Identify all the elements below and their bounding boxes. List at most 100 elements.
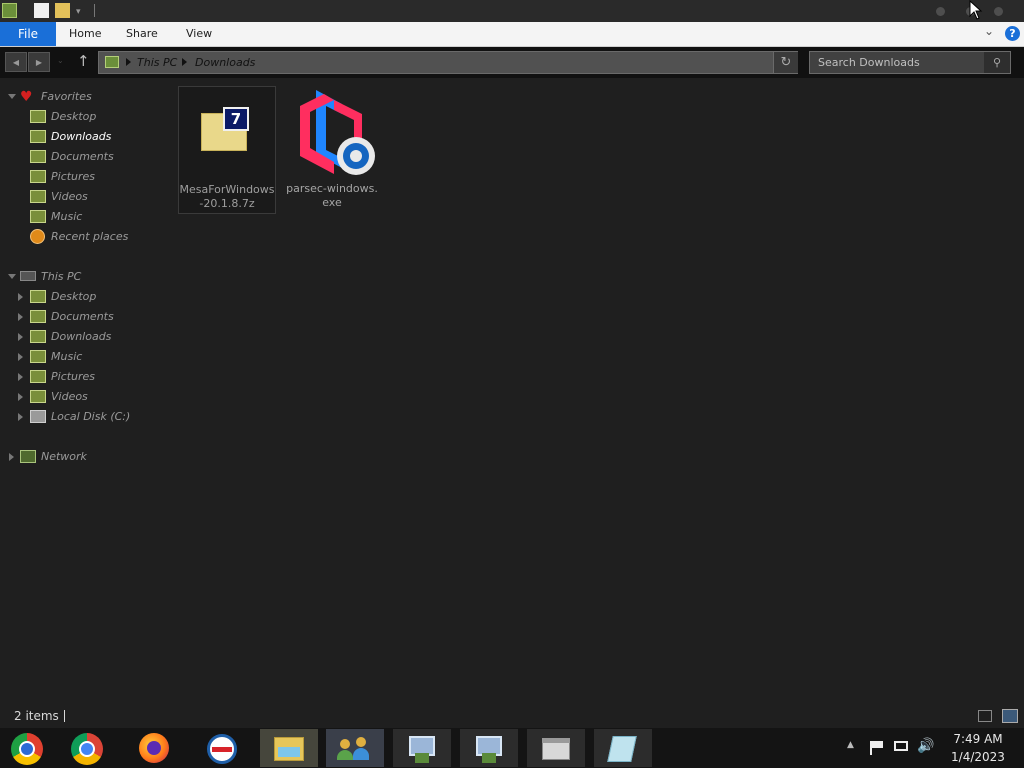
documents-folder-icon bbox=[30, 310, 46, 323]
qat-divider bbox=[94, 4, 95, 17]
expand-icon[interactable] bbox=[9, 453, 14, 461]
documents-folder-icon bbox=[30, 150, 46, 163]
text-cursor bbox=[64, 710, 65, 722]
close-button[interactable] bbox=[994, 7, 1003, 16]
obama-logo-stripe bbox=[212, 747, 232, 752]
large-icons-view-icon[interactable] bbox=[1002, 709, 1018, 723]
fav-downloads[interactable]: Downloads bbox=[30, 128, 160, 146]
network-icon bbox=[20, 450, 36, 463]
fav-recent-places[interactable]: Recent places bbox=[30, 228, 160, 246]
tree-label: This PC bbox=[41, 270, 82, 283]
expand-icon[interactable] bbox=[18, 313, 23, 321]
expand-icon[interactable] bbox=[18, 373, 23, 381]
pc-desktop[interactable]: Desktop bbox=[18, 288, 160, 306]
crumb-this-pc[interactable]: This PC bbox=[137, 56, 177, 69]
expand-icon[interactable] bbox=[18, 393, 23, 401]
network-tray-icon[interactable] bbox=[894, 741, 908, 751]
tree-favorites[interactable]: ♥ Favorites bbox=[0, 88, 160, 106]
pc-pictures[interactable]: Pictures bbox=[18, 368, 160, 386]
recent-locations-icon[interactable]: ⌄ bbox=[57, 56, 64, 65]
tab-share[interactable]: Share bbox=[126, 22, 158, 46]
firefox-icon[interactable] bbox=[125, 729, 183, 767]
refresh-icon[interactable]: ↻ bbox=[773, 52, 798, 73]
desktop-icon bbox=[30, 290, 46, 303]
tree-this-pc[interactable]: This PC bbox=[0, 268, 160, 286]
pc-documents[interactable]: Documents bbox=[18, 308, 160, 326]
title-bar: ▾ bbox=[0, 0, 1024, 22]
chrome-icon[interactable] bbox=[59, 729, 117, 767]
action-center-flag-icon[interactable] bbox=[872, 741, 883, 748]
user-head-icon bbox=[356, 737, 366, 747]
file-name: MesaForWindows-20.1.8.7z bbox=[179, 183, 275, 210]
tab-view[interactable]: View bbox=[186, 22, 212, 46]
file-item[interactable]: parsec-windows.exe bbox=[284, 86, 380, 212]
customize-qat-icon[interactable]: ▾ bbox=[76, 7, 81, 17]
notepad-icon[interactable] bbox=[594, 729, 652, 767]
installer-icon[interactable] bbox=[393, 729, 451, 767]
pictures-folder-icon bbox=[30, 370, 46, 383]
volume-icon[interactable]: 🔊 bbox=[917, 738, 934, 754]
pc-local-disk[interactable]: Local Disk (C:) bbox=[18, 408, 160, 426]
expand-icon[interactable] bbox=[18, 293, 23, 301]
installer-box bbox=[482, 753, 496, 763]
desktop-icon bbox=[30, 110, 46, 123]
file-tab[interactable]: File bbox=[0, 22, 56, 46]
file-explorer-icon[interactable] bbox=[260, 729, 318, 767]
expand-icon[interactable] bbox=[18, 353, 23, 361]
chevron-down-icon[interactable]: ⌄ bbox=[984, 24, 994, 38]
clock-date[interactable]: 1/4/2023 bbox=[943, 750, 1013, 764]
chrome-canary-icon[interactable] bbox=[0, 729, 58, 767]
users-network-icon[interactable] bbox=[326, 729, 384, 767]
user-head-icon bbox=[340, 739, 350, 749]
obama-campaign-icon[interactable] bbox=[192, 729, 250, 767]
clock-time[interactable]: 7:49 AM bbox=[943, 732, 1013, 746]
details-view-icon[interactable] bbox=[978, 710, 992, 722]
back-button[interactable]: ◀ bbox=[5, 52, 27, 72]
expand-icon[interactable] bbox=[8, 94, 16, 99]
minimize-button[interactable] bbox=[936, 7, 945, 16]
help-icon[interactable]: ? bbox=[1005, 26, 1020, 41]
music-folder-icon bbox=[30, 350, 46, 363]
address-bar[interactable]: This PC Downloads ↻ bbox=[98, 51, 798, 74]
search-input[interactable]: Search Downloads bbox=[818, 56, 920, 69]
videos-folder-icon bbox=[30, 390, 46, 403]
taskbar: ▲ 🔊 7:49 AM 1/4/2023 bbox=[0, 728, 1024, 768]
chevron-right-icon bbox=[182, 58, 187, 66]
fav-desktop[interactable]: Desktop bbox=[30, 108, 160, 126]
forward-button[interactable]: ▶ bbox=[28, 52, 50, 72]
tab-home[interactable]: Home bbox=[69, 22, 101, 46]
heart-icon: ♥ bbox=[20, 89, 33, 105]
seven-zip-badge-icon: 7 bbox=[223, 107, 249, 131]
parsec-icon bbox=[300, 90, 375, 175]
chrome-canary-center bbox=[19, 741, 35, 757]
search-icon[interactable]: ⚲ bbox=[984, 52, 1010, 73]
archive-icon[interactable] bbox=[527, 729, 585, 767]
status-bar: 2 items bbox=[0, 706, 1024, 728]
up-arrow-icon[interactable]: ↑ bbox=[77, 52, 90, 70]
installer-icon[interactable] bbox=[460, 729, 518, 767]
show-hidden-icons-icon[interactable]: ▲ bbox=[847, 740, 854, 750]
properties-icon[interactable] bbox=[34, 3, 49, 18]
pc-music[interactable]: Music bbox=[18, 348, 160, 366]
expand-icon[interactable] bbox=[18, 333, 23, 341]
notepad-shape bbox=[607, 736, 637, 762]
expand-icon[interactable] bbox=[8, 274, 16, 279]
videos-folder-icon bbox=[30, 190, 46, 203]
ribbon: File Home Share View ⌄ ? bbox=[0, 22, 1024, 47]
search-box[interactable]: Search Downloads ⚲ bbox=[809, 51, 1011, 74]
downloads-folder-icon bbox=[30, 330, 46, 343]
crumb-downloads[interactable]: Downloads bbox=[195, 56, 255, 69]
fav-videos[interactable]: Videos bbox=[30, 188, 160, 206]
tree-network[interactable]: Network bbox=[0, 448, 160, 466]
pc-downloads[interactable]: Downloads bbox=[18, 328, 160, 346]
fav-pictures[interactable]: Pictures bbox=[30, 168, 160, 186]
fav-documents[interactable]: Documents bbox=[30, 148, 160, 166]
file-item[interactable]: 7 MesaForWindows-20.1.8.7z bbox=[178, 86, 276, 214]
new-folder-icon[interactable] bbox=[55, 3, 70, 18]
navigation-bar: ◀ ▶ ⌄ ↑ This PC Downloads ↻ Search Downl… bbox=[0, 47, 1024, 78]
fav-music[interactable]: Music bbox=[30, 208, 160, 226]
expand-icon[interactable] bbox=[18, 413, 23, 421]
computer-icon bbox=[20, 271, 36, 281]
pc-videos[interactable]: Videos bbox=[18, 388, 160, 406]
hard-drive-icon bbox=[30, 410, 46, 423]
